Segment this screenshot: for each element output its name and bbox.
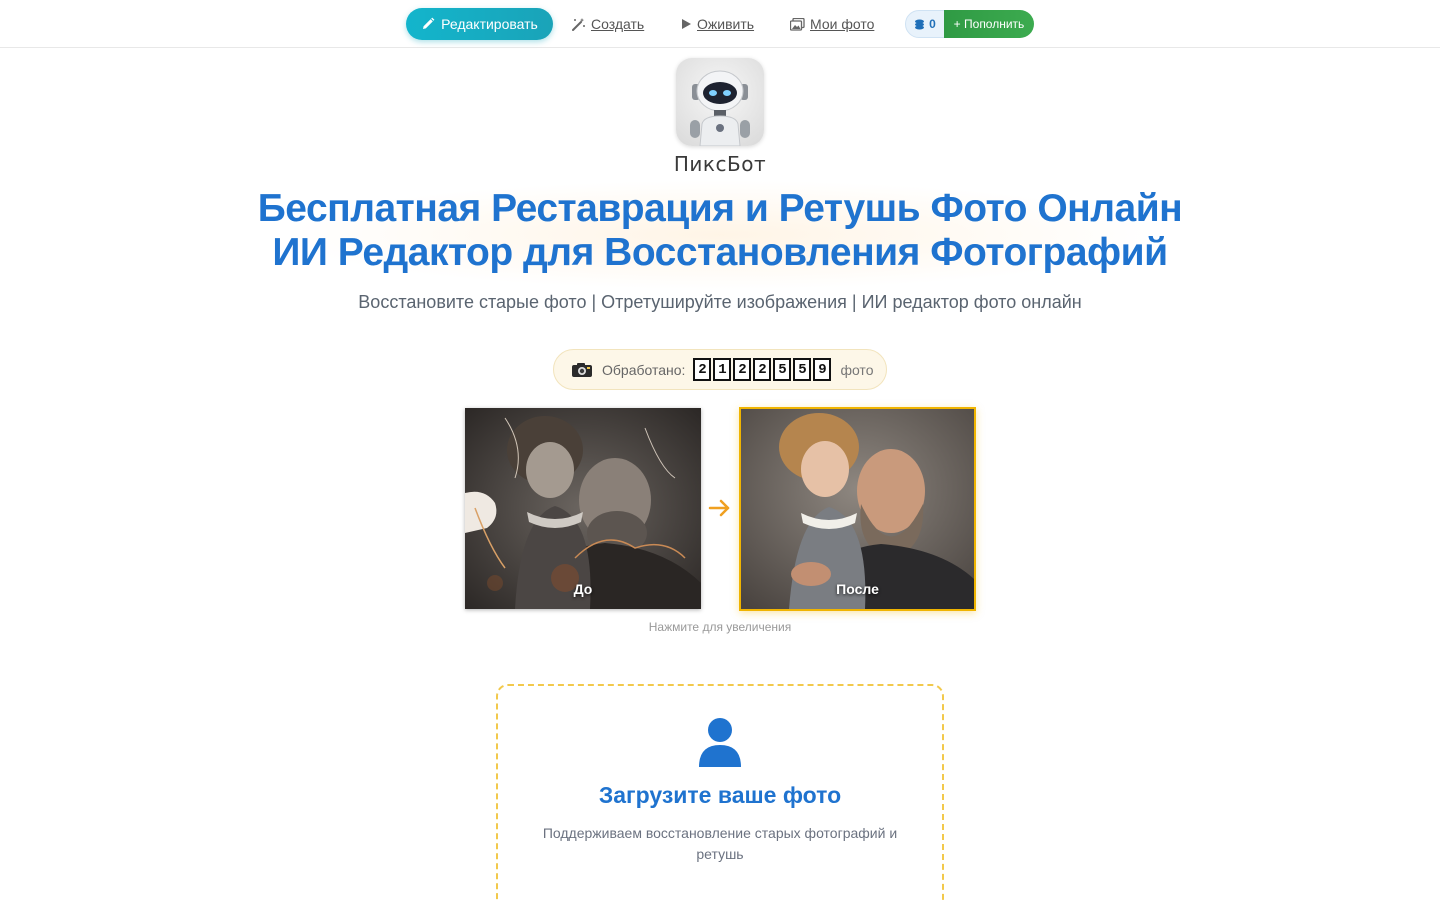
coins-icon xyxy=(915,19,925,29)
processed-counter: Обработано: 2 1 2 2 5 5 9 фото xyxy=(553,349,887,390)
title-line-2: ИИ Редактор для Восстановления Фотографи… xyxy=(272,231,1168,274)
camera-icon xyxy=(572,362,592,377)
user-icon xyxy=(699,718,741,767)
upload-dropzone[interactable]: Загрузите ваше фото Поддерживаем восстан… xyxy=(496,684,944,900)
topup-label: + Пополнить xyxy=(953,17,1025,31)
balance-badge[interactable]: 0 xyxy=(905,10,945,38)
arrow-right-icon xyxy=(708,499,730,517)
counter-digit: 1 xyxy=(713,358,732,381)
before-image xyxy=(465,408,701,609)
magic-wand-icon xyxy=(572,18,585,31)
balance-value: 0 xyxy=(929,17,936,31)
robot-icon xyxy=(690,70,750,146)
nav-my-photos-link[interactable]: Мои фото xyxy=(790,14,874,34)
after-photo[interactable]: После xyxy=(739,407,976,611)
nav-animate-link[interactable]: Оживить xyxy=(680,14,754,34)
before-label: До xyxy=(573,581,593,597)
topup-button[interactable]: + Пополнить xyxy=(944,10,1034,38)
after-image xyxy=(741,409,974,609)
counter-digit: 5 xyxy=(773,358,792,381)
robot-logo xyxy=(676,58,764,146)
counter-digit: 2 xyxy=(693,358,712,381)
counter-digit: 2 xyxy=(753,358,772,381)
upload-description: Поддерживаем восстановление старых фотог… xyxy=(542,825,898,862)
pencil-icon xyxy=(423,17,435,29)
counter-label: Обработано: xyxy=(602,361,686,378)
top-navigation: Редактировать Создать Оживить Мои фото 0… xyxy=(0,0,1440,48)
edit-button[interactable]: Редактировать xyxy=(406,8,553,40)
counter-unit: фото xyxy=(840,361,874,378)
after-label: После xyxy=(836,581,879,597)
upload-title: Загрузите ваше фото xyxy=(598,782,842,808)
images-icon xyxy=(790,17,805,31)
edit-button-label: Редактировать xyxy=(441,16,538,32)
nav-create-link[interactable]: Создать xyxy=(572,14,644,34)
page-subtitle: Восстановите старые фото | Отретушируйте… xyxy=(358,292,1082,312)
page-title: Бесплатная Реставрация и Ретушь Фото Онл… xyxy=(160,187,1280,275)
zoom-hint: Нажмите для увеличения xyxy=(648,620,792,634)
nav-animate-label: Оживить xyxy=(697,16,755,32)
nav-create-label: Создать xyxy=(591,16,645,32)
nav-my-photos-label: Мои фото xyxy=(810,16,875,32)
counter-digit: 2 xyxy=(733,358,752,381)
counter-digit: 9 xyxy=(813,358,832,381)
before-photo[interactable]: До xyxy=(465,408,701,609)
brand-name: ПиксБот xyxy=(673,152,767,176)
counter-digit: 5 xyxy=(793,358,812,381)
counter-digits: 2 1 2 2 5 5 9 xyxy=(693,358,832,381)
play-icon xyxy=(682,19,691,29)
title-line-1: Бесплатная Реставрация и Ретушь Фото Онл… xyxy=(257,187,1183,230)
